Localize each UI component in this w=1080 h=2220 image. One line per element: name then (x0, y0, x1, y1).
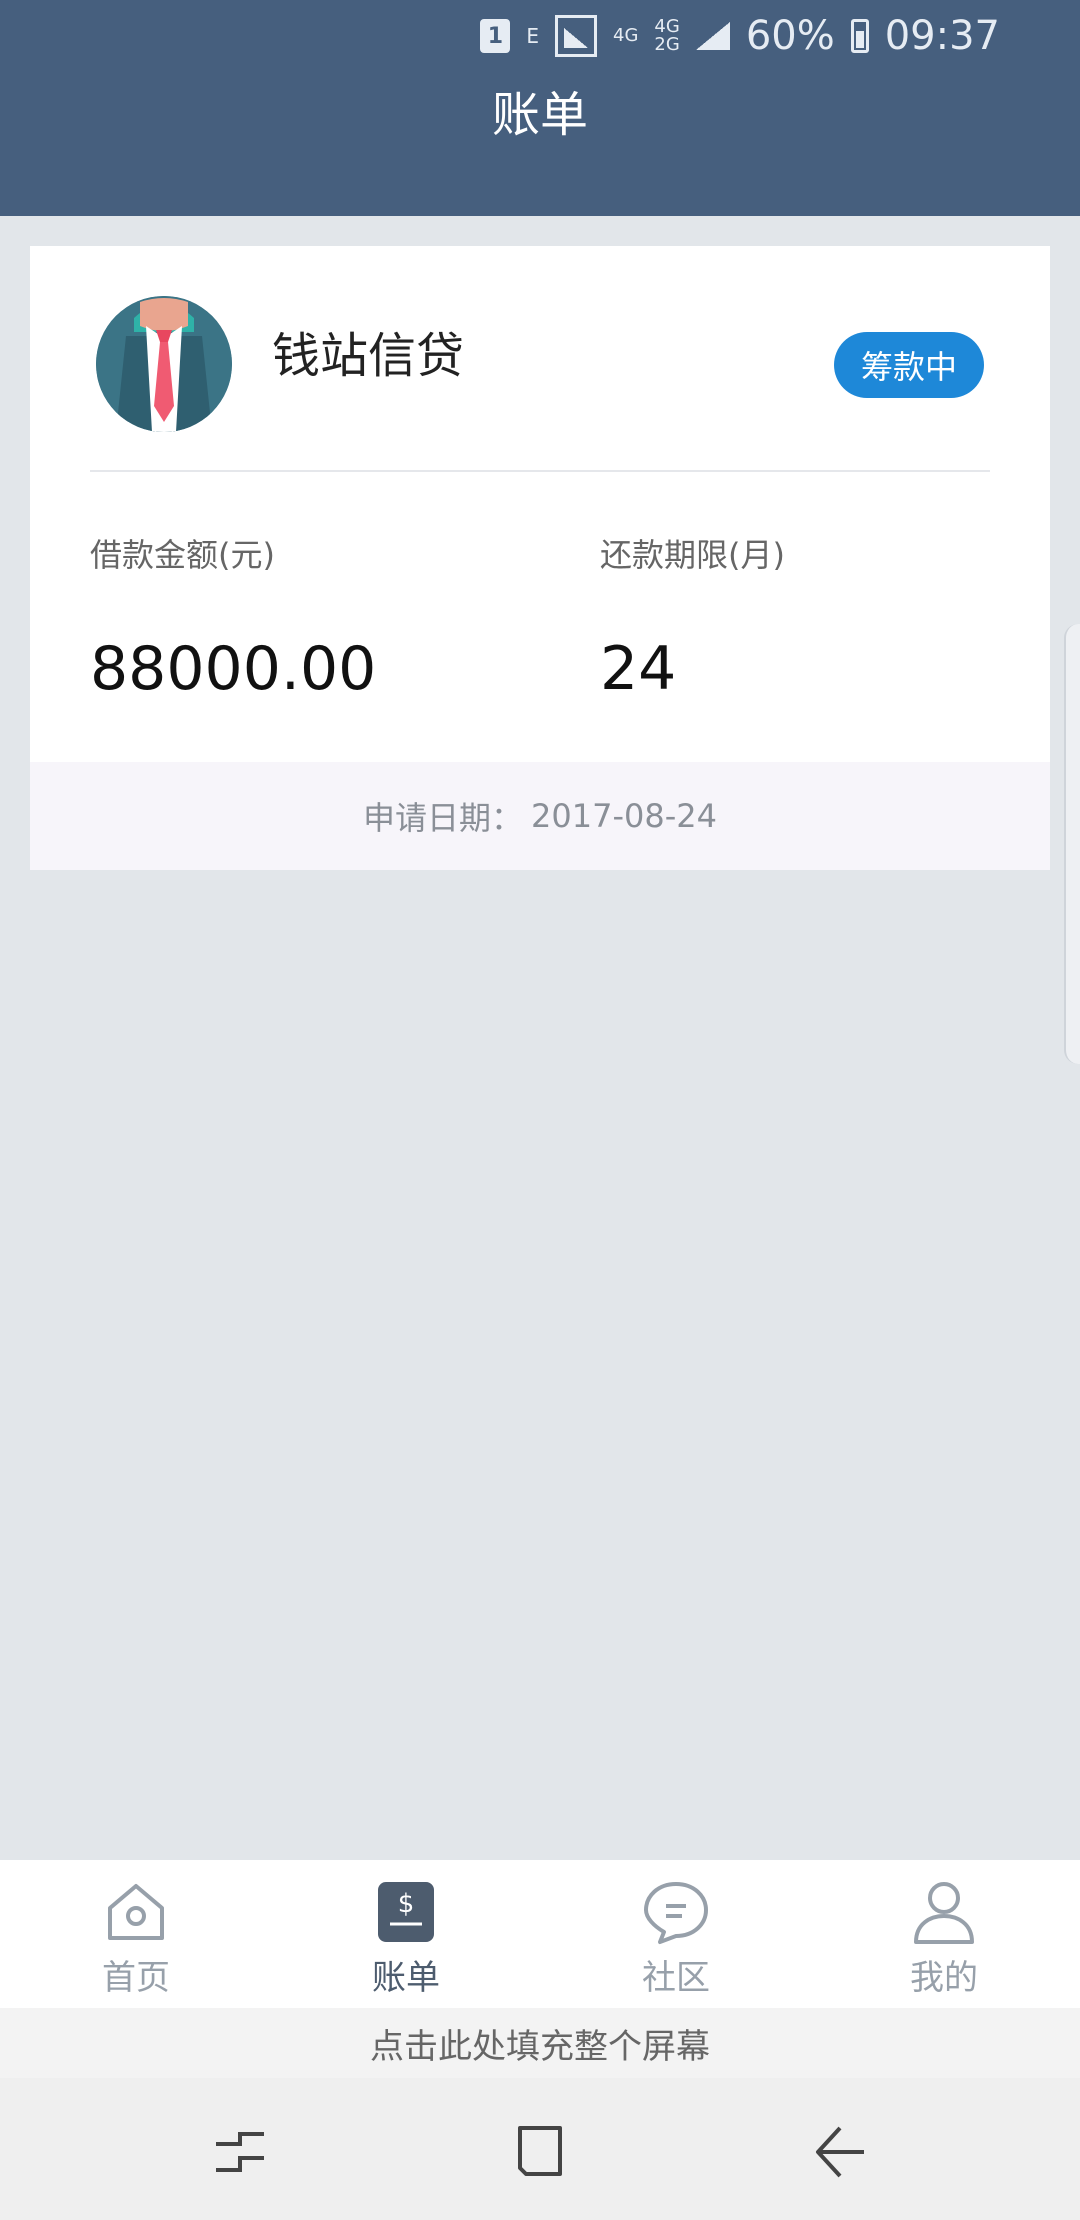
repayment-term-value: 24 (600, 634, 677, 704)
apply-date-row: 申请日期： 2017-08-24 (30, 762, 1050, 870)
signal-icon (555, 15, 597, 57)
tab-label: 账单 (372, 1958, 440, 1998)
system-nav-bar (0, 2078, 1080, 2220)
page-title: 账单 (491, 87, 588, 143)
recent-apps-icon[interactable] (200, 2112, 280, 2192)
battery-icon (850, 19, 869, 53)
repayment-term-label: 还款期限(月) (600, 536, 785, 574)
loan-amount-label: 借款金额(元) (90, 536, 275, 574)
avatar (96, 296, 232, 432)
tab-home[interactable]: 首页 (36, 1878, 236, 1998)
bottom-tab-bar: 首页 $ 账单 社区 我的 (0, 1860, 1080, 2008)
signal-strength-icon (695, 22, 730, 50)
fill-screen-prompt[interactable]: 点击此处填充整个屏幕 (0, 2008, 1080, 2078)
loan-amount-value: 88000.00 (90, 634, 377, 704)
bill-icon: $ (378, 1882, 434, 1942)
sim-icon: 1 (480, 19, 511, 53)
app-header: 1 E 4G 4G 2G 60% 09:37 账单 (0, 0, 1080, 216)
lender-name: 钱站信贷 (272, 328, 465, 384)
clock: 09:37 (884, 13, 1000, 59)
back-icon[interactable] (800, 2112, 880, 2192)
apply-date-value: 2017-08-24 (531, 797, 717, 835)
home-icon (108, 1884, 164, 1940)
network-4g: 4G (613, 25, 639, 46)
apply-date-label: 申请日期： (363, 799, 524, 837)
tab-bill[interactable]: $ 账单 (306, 1878, 506, 1998)
home-button-icon[interactable] (500, 2112, 580, 2192)
edge-label: E (526, 24, 539, 48)
divider (90, 470, 990, 472)
svg-text:$: $ (398, 1889, 415, 1919)
businessman-icon (96, 296, 232, 432)
network-4g-2g: 4G 2G (654, 16, 680, 55)
tab-label: 我的 (910, 1958, 978, 1998)
loan-card[interactable]: 钱站信贷 筹款中 借款金额(元) 还款期限(月) 88000.00 24 申请日… (30, 246, 1050, 870)
battery-percent: 60% (745, 13, 835, 59)
chat-icon (644, 1882, 708, 1944)
user-icon (914, 1882, 974, 1944)
tab-mine[interactable]: 我的 (844, 1878, 1044, 1998)
status-bar: 1 E 4G 4G 2G 60% 09:37 (0, 0, 1080, 72)
tab-label: 社区 (642, 1958, 710, 1998)
status-badge: 筹款中 (834, 332, 984, 398)
edge-panel-handle[interactable] (1064, 624, 1080, 1064)
tab-label: 首页 (102, 1958, 170, 1998)
tab-community[interactable]: 社区 (576, 1878, 776, 1998)
